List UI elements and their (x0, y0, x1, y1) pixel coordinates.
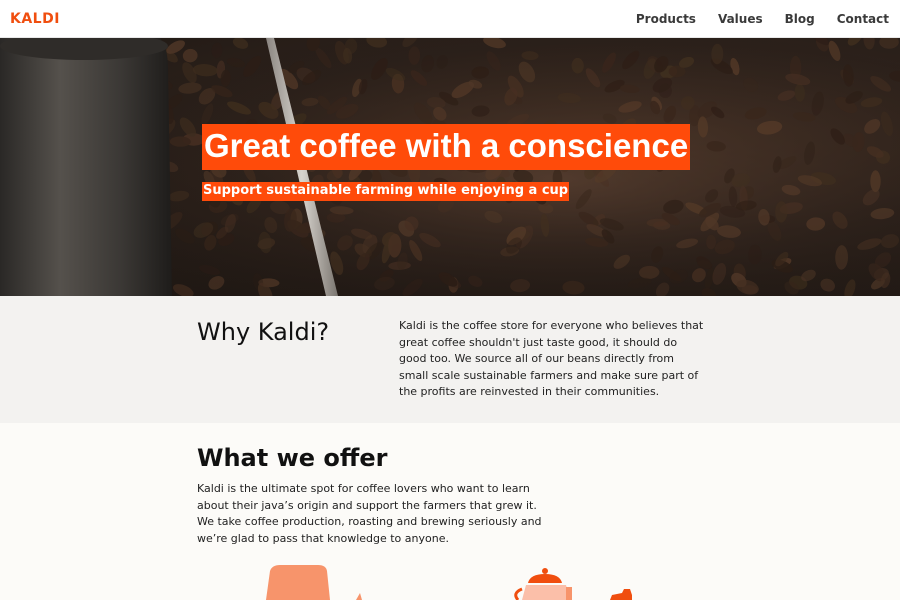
why-text: Kaldi is the coffee store for everyone w… (399, 319, 704, 399)
nav-products[interactable]: Products (636, 12, 696, 26)
hero-title: Great coffee with a conscience (202, 124, 691, 170)
why-title: Why Kaldi? (197, 318, 330, 346)
hero-subtitle: Support sustainable farming while enjoyi… (202, 182, 570, 201)
nav-contact[interactable]: Contact (837, 12, 889, 26)
coffee-kettle-icon (514, 568, 632, 600)
hero-subtitle-wrap: Support sustainable farming while enjoyi… (202, 179, 570, 201)
main-nav: Products Values Blog Contact (636, 12, 889, 26)
offer-section: What we offer Kaldi is the ultimate spot… (0, 423, 900, 600)
logo[interactable]: KALDI (10, 11, 60, 27)
nav-blog[interactable]: Blog (785, 12, 815, 26)
hero-title-wrap: Great coffee with a conscience (202, 124, 691, 170)
why-section: Why Kaldi? Kaldi is the coffee store for… (0, 296, 900, 423)
coffee-bag-icon (266, 565, 362, 600)
hero-banner: Great coffee with a conscience Support s… (0, 38, 900, 296)
nav-values[interactable]: Values (718, 12, 763, 26)
site-header: KALDI Products Values Blog Contact (0, 0, 900, 38)
offer-text: Kaldi is the ultimate spot for coffee lo… (197, 482, 542, 545)
offer-title: What we offer (197, 444, 388, 472)
